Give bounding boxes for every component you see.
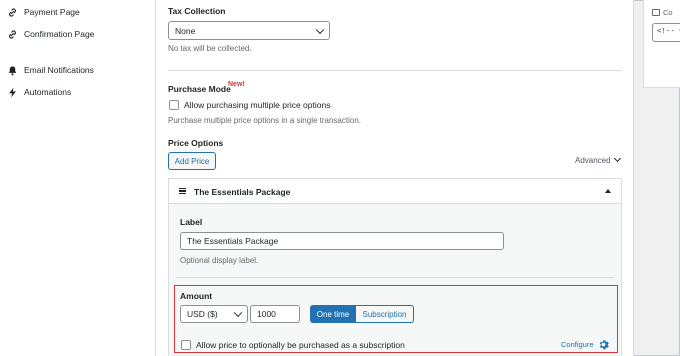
label-field-title: Label <box>180 217 203 227</box>
drag-handle-icon[interactable] <box>179 188 186 194</box>
price-options-label: Price Options <box>168 138 224 148</box>
tax-collection-value: None <box>175 25 196 36</box>
right-panel-header: Co <box>652 8 673 17</box>
label-input[interactable]: The Essentials Package <box>180 232 504 250</box>
advanced-label: Advanced <box>575 156 611 165</box>
multiple-price-options-label: Allow purchasing multiple price options <box>184 100 331 110</box>
tax-collection-help: No tax will be collected. <box>168 44 252 53</box>
sidebar-item-email-notifications[interactable]: Email Notifications <box>6 64 94 76</box>
purchase-mode-label: Purchase Mode <box>168 84 231 94</box>
sidebar-item-label: Confirmation Page <box>24 29 95 39</box>
price-option-header[interactable]: The Essentials Package <box>169 179 621 204</box>
sidebar: Payment Page Confirmation Page Email Not… <box>0 0 156 356</box>
bell-icon <box>6 64 18 76</box>
chevron-down-icon <box>613 154 621 163</box>
chevron-down-icon <box>315 25 325 34</box>
block-icon <box>652 9 660 16</box>
sidebar-item-confirmation-page[interactable]: Confirmation Page <box>6 28 94 40</box>
label-help: Optional display label. <box>180 256 259 265</box>
sidebar-item-label: Email Notifications <box>24 65 94 75</box>
multiple-price-options-checkbox[interactable] <box>169 100 179 110</box>
tax-collection-label: Tax Collection <box>168 6 226 16</box>
divider <box>176 277 614 278</box>
link-icon <box>6 6 18 18</box>
sidebar-item-payment-page[interactable]: Payment Page <box>6 6 80 18</box>
code-field[interactable]: <!-- w <box>652 23 680 42</box>
divider <box>168 70 622 71</box>
link-icon <box>6 28 18 40</box>
right-panel: Co <!-- w <box>643 0 680 88</box>
price-option-title: The Essentials Package <box>194 187 291 197</box>
sidebar-item-label: Payment Page <box>24 7 80 17</box>
add-price-button[interactable]: Add Price <box>168 152 216 170</box>
right-panel-title: Co <box>663 8 673 17</box>
highlight-box <box>174 285 618 353</box>
purchase-mode-help: Purchase multiple price options in a sin… <box>168 116 361 125</box>
collapse-icon[interactable] <box>605 189 611 193</box>
sidebar-item-automations[interactable]: Automations <box>6 86 71 98</box>
new-badge: New! <box>228 81 245 88</box>
sidebar-item-label: Automations <box>24 87 72 97</box>
label-input-value: The Essentials Package <box>187 236 279 246</box>
bolt-icon <box>6 86 18 98</box>
advanced-toggle[interactable]: Advanced <box>575 154 621 165</box>
tax-collection-select[interactable]: None <box>168 21 330 40</box>
